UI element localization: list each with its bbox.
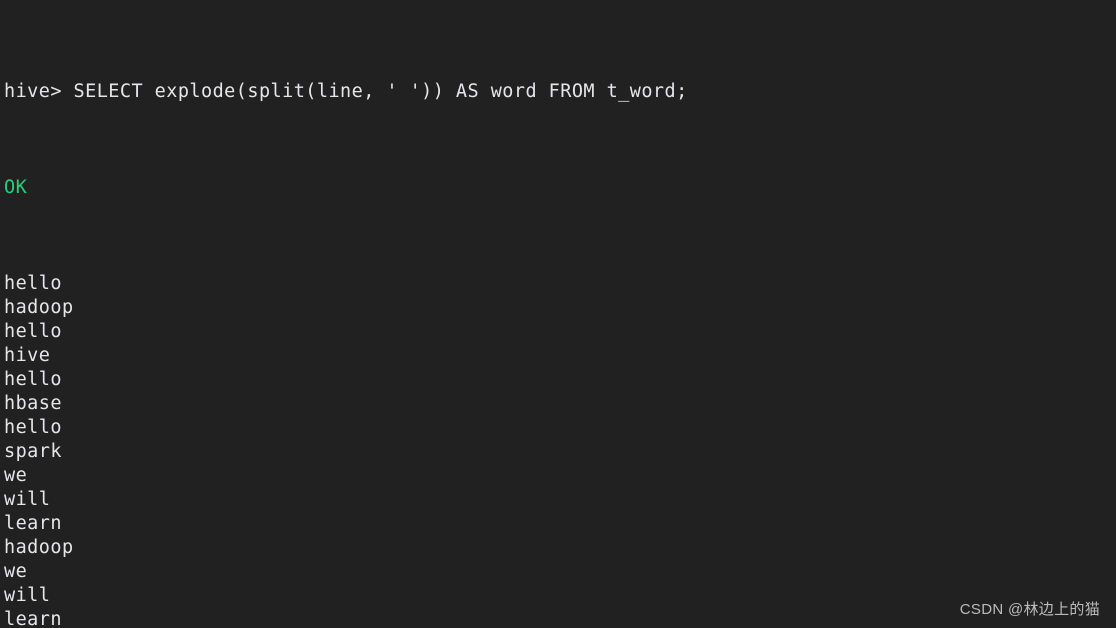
command-text: SELECT explode(split(line, ' ')) AS word…	[73, 81, 688, 102]
result-word: hadoop	[4, 537, 74, 558]
result-word: will	[4, 489, 51, 510]
result-row: we	[4, 560, 1116, 584]
result-word: hello	[4, 417, 62, 438]
result-row: we	[4, 464, 1116, 488]
result-row: learn	[4, 608, 1116, 628]
result-row: will	[4, 488, 1116, 512]
result-word: we	[4, 561, 28, 582]
result-word: hive	[4, 345, 51, 366]
result-word: hello	[4, 273, 62, 294]
result-row: hello	[4, 272, 1116, 296]
result-row: spark	[4, 440, 1116, 464]
result-word: learn	[4, 609, 62, 628]
result-row: hbase	[4, 392, 1116, 416]
result-row: will	[4, 584, 1116, 608]
result-word: hbase	[4, 393, 62, 414]
result-row: learn	[4, 512, 1116, 536]
result-word: spark	[4, 441, 62, 462]
result-rows: hello hadoop hello hive hello hbase hello spark…	[4, 272, 1116, 628]
result-row: hive	[4, 344, 1116, 368]
result-word: will	[4, 585, 51, 606]
result-word: hello	[4, 369, 62, 390]
result-word: we	[4, 465, 28, 486]
watermark-label: CSDN @林边上的猫	[959, 601, 1100, 618]
result-row: hello	[4, 416, 1116, 440]
status-ok: OK	[4, 177, 28, 198]
result-row: hello	[4, 320, 1116, 344]
command-line: hive> SELECT explode(split(line, ' ')) A…	[4, 80, 1116, 104]
result-row: hadoop	[4, 536, 1116, 560]
terminal-screen[interactable]: hive> SELECT explode(split(line, ' ')) A…	[4, 8, 1116, 628]
shell-prompt: hive>	[4, 81, 74, 102]
result-word: hadoop	[4, 297, 74, 318]
result-row: hello	[4, 368, 1116, 392]
result-row: hadoop	[4, 296, 1116, 320]
status-line: OK	[4, 176, 1116, 200]
result-word: hello	[4, 321, 62, 342]
result-word: learn	[4, 513, 62, 534]
terminal-window[interactable]: hive> SELECT explode(split(line, ' ')) A…	[0, 0, 1116, 628]
